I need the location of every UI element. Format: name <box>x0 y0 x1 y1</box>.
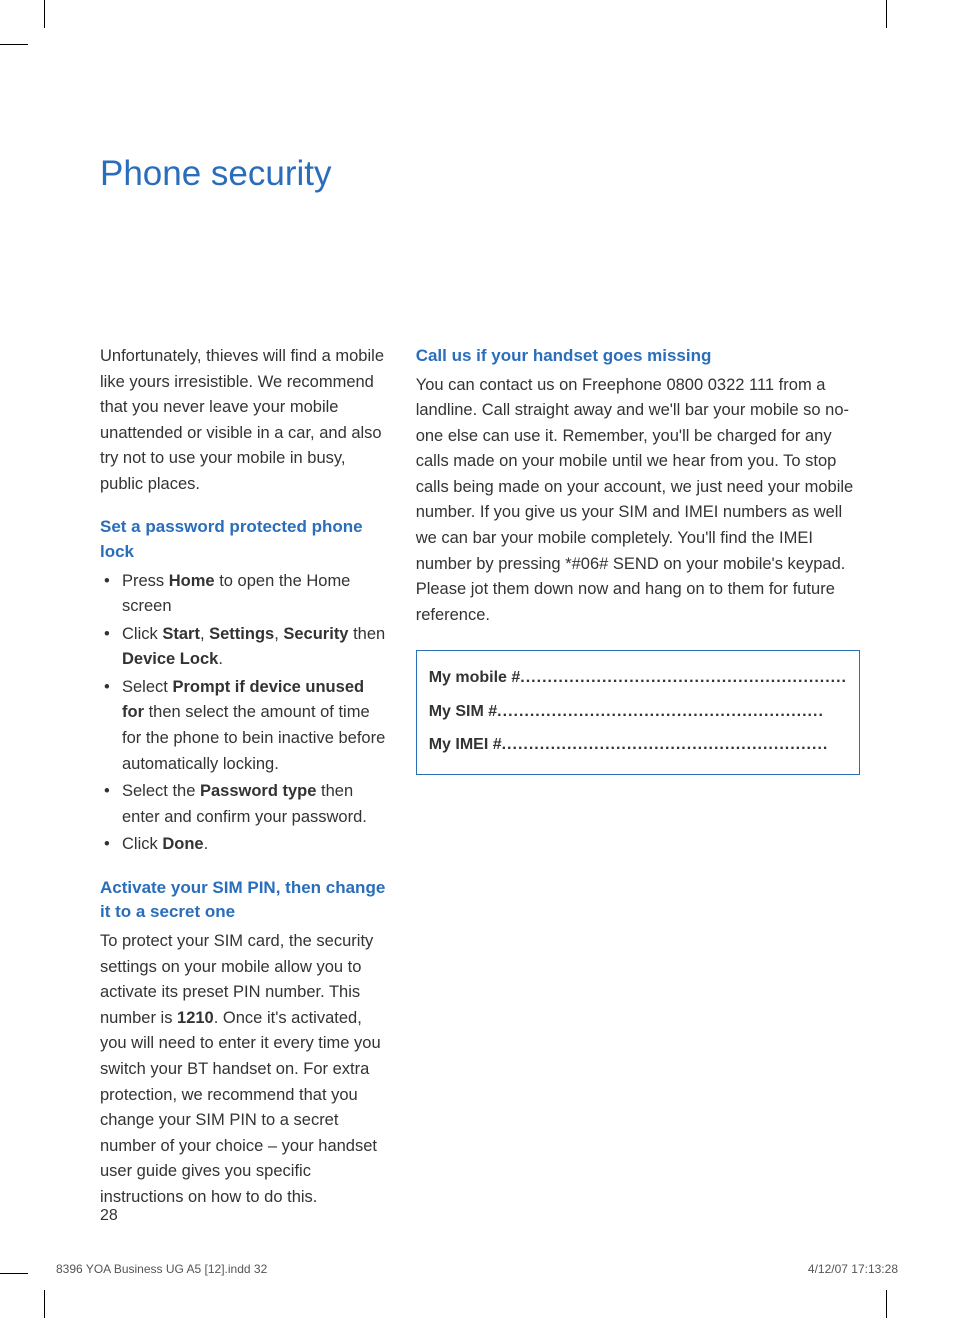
section3-heading: Call us if your handset goes missing <box>416 344 860 369</box>
section2-body: To protect your SIM card, the security s… <box>100 929 386 1210</box>
my-mobile-label: My mobile # <box>429 661 521 695</box>
page-number: 28 <box>100 1207 118 1225</box>
my-imei-label: My IMEI # <box>429 728 502 762</box>
section2-heading: Activate your SIM PIN, then change it to… <box>100 876 386 925</box>
info-box: My mobile # ............................… <box>416 650 860 775</box>
step-1: Press Home to open the Home screen <box>100 569 386 620</box>
page-title: Phone security <box>100 154 860 194</box>
step-3: Select Prompt if device unused for then … <box>100 675 386 777</box>
right-column: Call us if your handset goes missing You… <box>416 344 860 1228</box>
section1-heading: Set a password protected phone lock <box>100 515 386 564</box>
section3-body: You can contact us on Freephone 0800 032… <box>416 373 860 629</box>
my-imei-row: My IMEI # ..............................… <box>429 728 847 762</box>
footer: 8396 YOA Business UG A5 [12].indd 32 4/1… <box>56 1262 898 1276</box>
my-sim-label: My SIM # <box>429 695 497 729</box>
my-mobile-row: My mobile # ............................… <box>429 661 847 695</box>
step-5: Click Done. <box>100 832 386 858</box>
left-column: Unfortunately, thieves will find a mobil… <box>100 344 386 1228</box>
step-2: Click Start, Settings, Security then Dev… <box>100 622 386 673</box>
footer-left: 8396 YOA Business UG A5 [12].indd 32 <box>56 1262 267 1276</box>
intro-paragraph: Unfortunately, thieves will find a mobil… <box>100 344 386 497</box>
columns-container: Unfortunately, thieves will find a mobil… <box>100 344 860 1228</box>
steps-list: Press Home to open the Home screen Click… <box>100 569 386 858</box>
page-content: Phone security Unfortunately, thieves wi… <box>100 154 860 1228</box>
footer-right: 4/12/07 17:13:28 <box>808 1262 898 1276</box>
my-sim-row: My SIM # ...............................… <box>429 695 847 729</box>
step-4: Select the Password type then enter and … <box>100 779 386 830</box>
